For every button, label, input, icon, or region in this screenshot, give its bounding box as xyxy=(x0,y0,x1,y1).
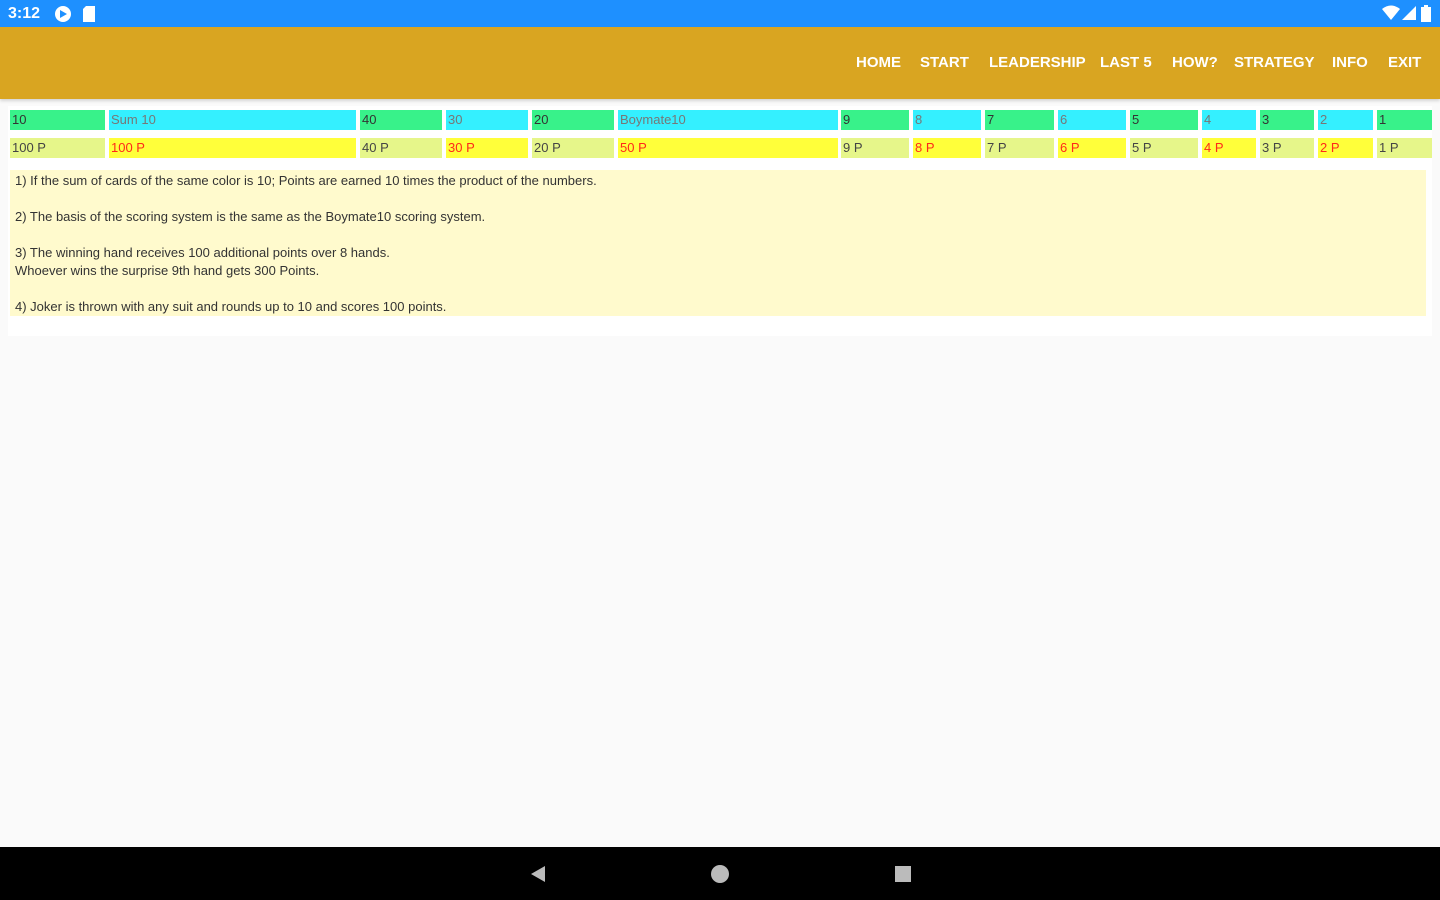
wifi-icon xyxy=(1382,5,1400,20)
score-cell-top-6: 6 xyxy=(1058,110,1126,130)
score-cell-bottom-1: 1 P xyxy=(1377,138,1432,158)
nav-how[interactable]: HOW? xyxy=(1172,27,1218,99)
score-cell-bottom-9: 9 P xyxy=(841,138,909,158)
sd-card-icon xyxy=(83,6,95,22)
score-cell-bottom-6: 6 P xyxy=(1058,138,1126,158)
nav-last-5[interactable]: LAST 5 xyxy=(1100,27,1152,99)
play-protect-icon xyxy=(55,6,71,22)
score-cell-bottom-boymate10: 50 P xyxy=(618,138,838,158)
back-icon[interactable] xyxy=(528,864,548,884)
score-cell-bottom-7: 7 P xyxy=(985,138,1054,158)
score-cell-top-30: 30 xyxy=(446,110,528,130)
nav-start[interactable]: START xyxy=(920,27,969,99)
score-cell-top-9: 9 xyxy=(841,110,909,130)
score-cell-bottom-8: 8 P xyxy=(913,138,981,158)
score-cell-top-2: 2 xyxy=(1318,110,1373,130)
battery-icon xyxy=(1421,5,1431,22)
rule-2: 2) The basis of the scoring system is th… xyxy=(15,209,486,224)
score-cell-top-3: 3 xyxy=(1260,110,1314,130)
score-cell-top-sum10: Sum 10 xyxy=(109,110,356,130)
home-icon[interactable] xyxy=(710,864,730,884)
rule-3-continued: Whoever wins the surprise 9th hand gets … xyxy=(15,263,320,278)
score-cell-bottom-sum10: 100 P xyxy=(109,138,356,158)
nav-exit[interactable]: EXIT xyxy=(1388,27,1421,99)
nav-info[interactable]: INFO xyxy=(1332,27,1368,99)
system-nav-bar xyxy=(0,847,1440,900)
score-cell-bottom-40: 40 P xyxy=(360,138,442,158)
nav-home[interactable]: HOME xyxy=(856,27,901,99)
score-cell-top-8: 8 xyxy=(913,110,981,130)
status-bar: 3:12 xyxy=(0,0,1440,27)
nav-strategy[interactable]: STRATEGY xyxy=(1234,27,1315,99)
cell-signal-icon xyxy=(1402,6,1416,20)
score-cell-top-10: 10 xyxy=(10,110,105,130)
score-cell-top-1: 1 xyxy=(1377,110,1432,130)
rule-3: 3) The winning hand receives 100 additio… xyxy=(15,245,390,260)
score-cell-bottom-4: 4 P xyxy=(1202,138,1256,158)
score-cell-bottom-3: 3 P xyxy=(1260,138,1314,158)
score-cell-bottom-30: 30 P xyxy=(446,138,528,158)
score-cell-bottom-5: 5 P xyxy=(1130,138,1198,158)
score-cell-top-7: 7 xyxy=(985,110,1054,130)
recents-icon[interactable] xyxy=(894,865,912,883)
app-bar: HOME START LEADERSHIP LAST 5 HOW? STRATE… xyxy=(0,27,1440,99)
score-cell-top-40: 40 xyxy=(360,110,442,130)
score-cell-bottom-2: 2 P xyxy=(1318,138,1373,158)
score-cell-bottom-10: 100 P xyxy=(10,138,105,158)
nav-leadership[interactable]: LEADERSHIP xyxy=(989,27,1086,99)
score-cell-top-5: 5 xyxy=(1130,110,1198,130)
score-cell-bottom-20: 20 P xyxy=(532,138,614,158)
rule-1: 1) If the sum of cards of the same color… xyxy=(15,173,597,188)
rule-4: 4) Joker is thrown with any suit and rou… xyxy=(15,299,447,314)
score-cell-top-boymate10: Boymate10 xyxy=(618,110,838,130)
status-time: 3:12 xyxy=(8,5,41,22)
score-cell-top-4: 4 xyxy=(1202,110,1256,130)
score-cell-top-20: 20 xyxy=(532,110,614,130)
rules-panel: 1) If the sum of cards of the same color… xyxy=(10,170,1426,316)
